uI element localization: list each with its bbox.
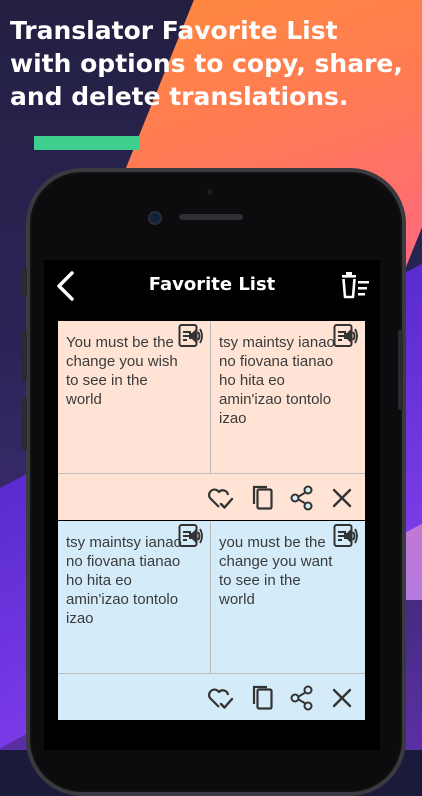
promo-headline: Translator Favorite List with options to…	[10, 14, 420, 113]
copy-icon	[252, 485, 273, 510]
translation-pane: you must be the change you want to see i…	[211, 521, 365, 673]
delete-all-icon	[342, 272, 369, 299]
speak-source-button[interactable]	[178, 523, 204, 549]
app-bar: Favorite List	[44, 260, 380, 312]
card-actions	[58, 673, 365, 720]
volume-down-button	[22, 398, 27, 450]
favorite-check-icon	[208, 488, 234, 509]
share-button[interactable]	[288, 484, 316, 512]
card-actions	[58, 473, 365, 520]
front-camera	[148, 211, 162, 225]
translation-text: tsy maintsy ianao no fiovana tianao ho h…	[219, 334, 335, 427]
copy-icon	[252, 685, 273, 710]
speak-source-button[interactable]	[178, 323, 204, 349]
source-text: You must be the change you wish to see i…	[66, 334, 178, 408]
favorite-check-icon	[208, 688, 234, 709]
favorite-button[interactable]	[206, 684, 234, 712]
share-button[interactable]	[288, 684, 316, 712]
share-icon	[290, 485, 313, 511]
mute-switch	[22, 268, 27, 296]
page-title: Favorite List	[148, 274, 276, 295]
earpiece-speaker	[179, 214, 243, 220]
speaker-icon	[333, 324, 358, 347]
favorite-card: tsy maintsy ianao no fiovana tianao ho h…	[58, 521, 365, 720]
accent-bar	[34, 136, 140, 150]
copy-button[interactable]	[249, 484, 277, 512]
proximity-sensor	[207, 189, 213, 195]
power-button	[398, 330, 403, 410]
speaker-icon	[178, 524, 203, 547]
translation-text: you must be the change you want to see i…	[219, 534, 333, 608]
headline-line-2: with options to copy, share,	[10, 49, 403, 78]
share-icon	[290, 685, 313, 711]
remove-button[interactable]	[328, 484, 356, 512]
volume-up-button	[22, 330, 27, 382]
speaker-icon	[333, 524, 358, 547]
speaker-icon	[178, 324, 203, 347]
delete-all-button[interactable]	[340, 272, 372, 300]
headline-line-3: and delete translations.	[10, 82, 349, 111]
close-icon	[332, 488, 352, 508]
copy-button[interactable]	[249, 684, 277, 712]
source-pane: You must be the change you wish to see i…	[58, 321, 211, 473]
headline-line-1: Translator Favorite List	[10, 16, 338, 45]
speak-translation-button[interactable]	[333, 323, 359, 349]
close-icon	[332, 688, 352, 708]
source-text: tsy maintsy ianao no fiovana tianao ho h…	[66, 534, 182, 627]
source-pane: tsy maintsy ianao no fiovana tianao ho h…	[58, 521, 211, 673]
translation-pane: tsy maintsy ianao no fiovana tianao ho h…	[211, 321, 365, 473]
speak-translation-button[interactable]	[333, 523, 359, 549]
favorite-card: You must be the change you wish to see i…	[58, 321, 365, 520]
remove-button[interactable]	[328, 684, 356, 712]
app-screen: Favorite List You must be the change you…	[44, 260, 380, 750]
favorite-button[interactable]	[206, 484, 234, 512]
